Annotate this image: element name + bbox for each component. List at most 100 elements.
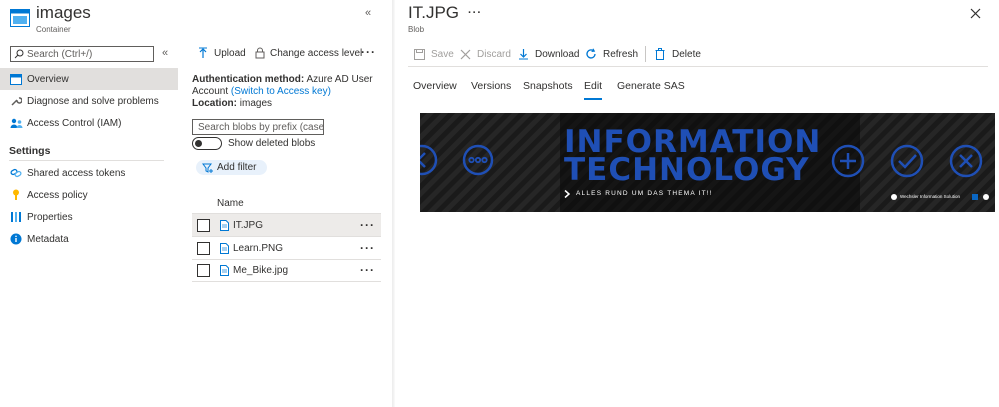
tab-generate-sas[interactable]: Generate SAS	[617, 80, 685, 98]
blob-image-preview: INFORMATION TECHNOLOGY ALLES RUND UM DAS…	[420, 113, 995, 212]
nav-item-properties[interactable]: Properties	[0, 206, 178, 228]
settings-header: Settings	[9, 145, 51, 157]
download-button[interactable]: Download	[516, 46, 579, 62]
properties-icon	[9, 210, 23, 224]
upload-icon	[197, 47, 209, 59]
tagline-chevron-icon	[563, 189, 571, 199]
refresh-button[interactable]: Refresh	[584, 46, 638, 62]
add-filter-icon	[202, 162, 214, 174]
blob-list-blade: « Upload Change access level ··· Authent…	[180, 0, 392, 407]
nav-item-shared-access-tokens[interactable]: Shared access tokens	[0, 162, 178, 184]
discard-button[interactable]: Discard	[458, 46, 511, 62]
upload-button[interactable]: Upload	[197, 47, 246, 59]
save-button[interactable]: Save	[412, 46, 454, 62]
change-access-level-button[interactable]: Change access level	[254, 47, 362, 59]
discard-label: Discard	[477, 48, 511, 60]
check-circle-icon	[890, 144, 924, 178]
banner-tagline: ALLES RUND UM DAS THEMA IT!!	[576, 190, 713, 197]
nav-item-label: Access policy	[27, 189, 88, 201]
wrench-icon	[9, 94, 23, 108]
file-name[interactable]: IT.JPG	[233, 220, 263, 231]
add-filter-label: Add filter	[217, 162, 257, 173]
settings-divider	[9, 160, 164, 161]
column-header-name[interactable]: Name	[217, 198, 244, 209]
upload-label: Upload	[214, 47, 246, 59]
container-blade: images Container Search (Ctrl+/) « Overv…	[0, 0, 178, 407]
nav-item-diagnose[interactable]: Diagnose and solve problems	[0, 90, 178, 112]
nav-item-access-policy[interactable]: Access policy	[0, 184, 178, 206]
show-deleted-toggle[interactable]	[192, 137, 222, 150]
more-options-icon[interactable]: ···	[361, 45, 376, 59]
container-name: images	[36, 3, 91, 22]
toolbar-separator	[645, 46, 646, 62]
switch-to-access-key-link[interactable]: (Switch to Access key)	[231, 86, 331, 97]
plus-circle-icon	[831, 144, 865, 178]
row-more-icon[interactable]: ···	[360, 263, 375, 277]
blob-more-icon[interactable]: ···	[468, 7, 482, 19]
nav-item-overview[interactable]: Overview	[0, 68, 178, 90]
close-icon[interactable]	[969, 7, 981, 19]
tab-edit[interactable]: Edit	[584, 80, 603, 100]
row-checkbox[interactable]	[197, 241, 210, 255]
row-checkbox[interactable]	[197, 263, 210, 277]
tab-versions[interactable]: Versions	[471, 80, 511, 98]
collapse-menu-icon[interactable]: «	[162, 47, 168, 59]
blob-title: IT.JPG	[408, 3, 460, 22]
save-label: Save	[431, 48, 454, 60]
lock-icon	[254, 47, 266, 59]
file-name[interactable]: Learn.PNG	[233, 243, 283, 254]
save-icon	[412, 47, 426, 61]
close-circle-icon	[949, 144, 983, 178]
account-word: Account	[192, 86, 229, 97]
nav-item-label: Access Control (IAM)	[27, 117, 122, 129]
row-checkbox[interactable]	[197, 218, 210, 232]
overview-icon	[9, 72, 23, 86]
link-icon	[9, 166, 23, 180]
file-name[interactable]: Me_Bike.jpg	[233, 265, 288, 276]
search-placeholder: Search (Ctrl+/)	[27, 48, 93, 60]
linkedin-icon	[972, 194, 978, 200]
collapse-blade-icon[interactable]: «	[365, 7, 371, 19]
nav-item-label: Diagnose and solve problems	[27, 95, 159, 107]
search-icon	[13, 48, 25, 60]
tab-overview[interactable]: Overview	[413, 80, 457, 98]
chevron-left-circle-icon	[420, 144, 438, 176]
blob-search-input[interactable]: Search blobs by prefix (case...	[192, 119, 324, 135]
auth-method-value: Azure AD User	[306, 74, 373, 85]
trash-icon	[653, 47, 667, 61]
table-row[interactable]: Me_Bike.jpg ···	[192, 259, 381, 282]
nav-item-label: Metadata	[27, 233, 69, 245]
download-label: Download	[535, 48, 580, 60]
tab-snapshots[interactable]: Snapshots	[523, 80, 573, 98]
location-value: images	[239, 98, 273, 109]
add-filter-button[interactable]: Add filter	[196, 160, 267, 175]
location-label: Location:	[192, 98, 237, 109]
people-icon	[9, 116, 23, 130]
container-type: Container	[36, 25, 71, 34]
toolbar-divider	[408, 66, 988, 67]
table-row[interactable]: IT.JPG ···	[192, 214, 381, 237]
nav-item-label: Properties	[27, 211, 73, 223]
table-row[interactable]: Learn.PNG ···	[192, 237, 381, 260]
download-icon	[516, 47, 530, 61]
refresh-icon	[584, 47, 598, 61]
auth-method: Authentication method: Azure AD User Acc…	[192, 74, 382, 110]
file-icon	[218, 219, 230, 231]
delete-button[interactable]: Delete	[653, 46, 701, 62]
file-icon	[218, 242, 230, 254]
nav-item-label: Overview	[27, 73, 69, 85]
refresh-label: Refresh	[603, 48, 639, 60]
nav-item-access-control[interactable]: Access Control (IAM)	[0, 112, 178, 134]
blob-search-placeholder: Search blobs by prefix (case...	[198, 121, 323, 133]
web-icon	[983, 194, 989, 200]
container-icon	[10, 9, 30, 27]
change-access-label: Change access level	[270, 47, 363, 59]
row-more-icon[interactable]: ···	[360, 241, 375, 255]
row-more-icon[interactable]: ···	[360, 218, 375, 232]
search-input[interactable]: Search (Ctrl+/)	[10, 46, 154, 62]
nav-item-metadata[interactable]: Metadata	[0, 228, 178, 250]
key-icon	[9, 188, 23, 202]
discard-icon	[458, 47, 472, 61]
toggle-knob	[195, 140, 202, 147]
delete-label: Delete	[672, 48, 701, 60]
